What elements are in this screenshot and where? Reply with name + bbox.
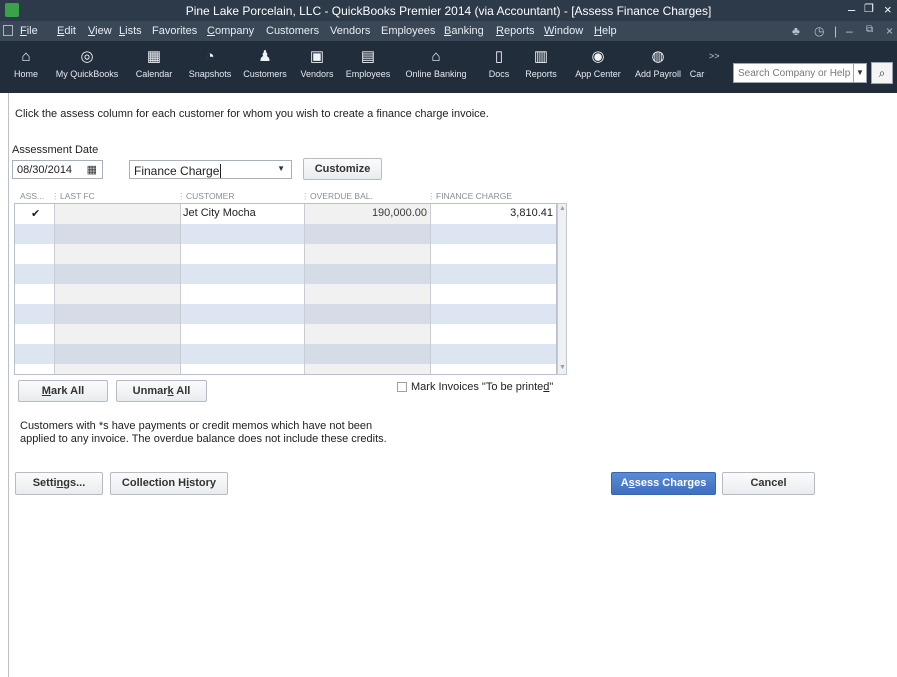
- unmark-all-button[interactable]: Unmark All: [116, 380, 207, 402]
- credits-note: Customers with *s have payments or credi…: [20, 420, 387, 445]
- menu-edit[interactable]: Edit: [57, 25, 76, 37]
- settings-button[interactable]: Settings...: [15, 472, 103, 495]
- menu-help[interactable]: Help: [594, 25, 617, 37]
- toolbar-reports[interactable]: ▥ Reports: [520, 45, 562, 91]
- menu-lists[interactable]: Lists: [119, 25, 142, 37]
- column-header-last-fc[interactable]: LAST FC: [60, 191, 95, 201]
- scroll-up-icon[interactable]: ▲: [559, 205, 566, 212]
- toolbar-docs[interactable]: ▯ Docs: [484, 45, 514, 91]
- column-divider: [430, 204, 431, 374]
- menu-favorites[interactable]: Favorites: [152, 25, 197, 37]
- toolbar-app-center[interactable]: ◉ App Center: [570, 45, 626, 91]
- calendar-picker-icon[interactable]: ▦: [87, 163, 97, 176]
- calendar-icon: ▦: [146, 48, 162, 65]
- menu-customers[interactable]: Customers: [266, 25, 319, 37]
- doc-close-icon[interactable]: ×: [886, 24, 893, 38]
- mark-to-be-printed-checkbox[interactable]: [397, 382, 407, 392]
- vendors-icon: ▣: [309, 48, 325, 65]
- scroll-down-icon[interactable]: ▼: [559, 364, 566, 371]
- customize-button[interactable]: Customize: [303, 158, 382, 180]
- cancel-button[interactable]: Cancel: [722, 472, 815, 495]
- collection-history-button[interactable]: Collection History: [110, 472, 228, 495]
- menu-view[interactable]: View: [88, 25, 112, 37]
- menu-banking[interactable]: Banking: [444, 25, 484, 37]
- column-header-overdue-bal[interactable]: OVERDUE BAL.: [310, 191, 373, 201]
- toolbar-vendors[interactable]: ▣ Vendors: [294, 45, 340, 91]
- add-payroll-icon: ◍: [651, 48, 665, 65]
- title-bar: Pine Lake Porcelain, LLC - QuickBooks Pr…: [0, 0, 897, 21]
- toolbar-calendar[interactable]: ▦ Calendar: [130, 45, 178, 91]
- column-divider: [304, 204, 305, 374]
- menu-employees[interactable]: Employees: [381, 25, 435, 37]
- search-dropdown-icon[interactable]: ▼: [853, 63, 867, 83]
- restore-window-icon[interactable]: ❐: [864, 2, 874, 15]
- search-company-input[interactable]: Search Company or Help: [733, 63, 865, 83]
- minimize-window-icon[interactable]: –: [848, 2, 855, 17]
- mark-all-button[interactable]: Mark All: [18, 380, 108, 402]
- close-window-icon[interactable]: ×: [884, 2, 892, 17]
- my-quickbooks-icon: ◎: [80, 48, 94, 65]
- employees-icon: ▤: [360, 48, 376, 65]
- toolbar-customers[interactable]: ♟ Customers: [238, 45, 292, 91]
- menu-company[interactable]: Company: [207, 25, 254, 37]
- column-header-assess[interactable]: ASS...: [20, 191, 44, 201]
- reports-icon: ▥: [533, 48, 549, 65]
- alerts-bell-icon[interactable]: ♣: [792, 24, 800, 38]
- customers-icon: ♟: [258, 48, 272, 65]
- document-control-icon[interactable]: [3, 25, 13, 36]
- toolbar-employees[interactable]: ▤ Employees: [340, 45, 396, 91]
- grid-header: ASS... ⋮ LAST FC ⋮ CUSTOMER ⋮ OVERDUE BA…: [20, 191, 513, 201]
- finance-charge-cell[interactable]: 3,810.41: [433, 207, 553, 219]
- finance-charge-grid: ✔ Jet City Mocha 190,000.00 3,810.41: [14, 203, 557, 375]
- app-center-icon: ◉: [591, 48, 605, 65]
- overdue-column-shade: [304, 204, 430, 374]
- window-title: Pine Lake Porcelain, LLC - QuickBooks Pr…: [185, 4, 712, 18]
- doc-restore-icon[interactable]: ⧉: [866, 24, 873, 35]
- doc-minimize-icon[interactable]: –: [846, 24, 853, 38]
- menu-vendors[interactable]: Vendors: [330, 25, 370, 37]
- home-icon: ⌂: [21, 48, 31, 65]
- bank-icon: ⌂: [431, 48, 441, 65]
- car-icon: [688, 45, 706, 69]
- toolbar-car[interactable]: Car: [688, 45, 706, 91]
- assessment-date-label: Assessment Date: [12, 144, 99, 156]
- toolbar-more-icon[interactable]: >>: [709, 51, 720, 61]
- grid-scrollbar[interactable]: ▲ ▼: [557, 203, 567, 375]
- chevron-down-icon[interactable]: ▼: [277, 164, 285, 173]
- last-fc-column-shade: [54, 204, 180, 374]
- column-header-customer[interactable]: CUSTOMER: [186, 191, 235, 201]
- template-select[interactable]: Finance Charge ▼: [129, 160, 292, 179]
- clock-icon[interactable]: ◷: [814, 24, 824, 38]
- menu-bar: File Edit View Lists Favorites Company C…: [0, 21, 897, 41]
- column-header-finance-charge[interactable]: FINANCE CHARGE: [436, 191, 512, 201]
- toolbar-snapshots[interactable]: ◔ Snapshots: [184, 45, 236, 91]
- mark-to-be-printed-label[interactable]: Mark Invoices "To be printed": [411, 381, 553, 393]
- window-left-edge: [8, 93, 9, 677]
- menu-file[interactable]: File: [20, 25, 38, 37]
- toolbar-home[interactable]: ⌂ Home: [10, 45, 42, 91]
- divider-icon: |: [834, 24, 838, 38]
- instruction-text: Click the assess column for each custome…: [15, 108, 489, 120]
- assess-checkmark[interactable]: ✔: [31, 207, 40, 220]
- search-icon[interactable]: ⌕: [871, 62, 893, 84]
- menu-window[interactable]: Window: [544, 25, 583, 37]
- toolbar-add-payroll[interactable]: ◍ Add Payroll: [630, 45, 686, 91]
- column-divider: [180, 204, 181, 374]
- assess-charges-button[interactable]: Assess Charges: [611, 472, 716, 495]
- column-divider: [54, 204, 55, 374]
- snapshots-icon: ◔: [205, 48, 215, 65]
- docs-icon: ▯: [494, 48, 504, 65]
- toolbar-online-banking[interactable]: ⌂ Online Banking: [402, 45, 470, 91]
- assessment-date-field[interactable]: 08/30/2014 ▦: [12, 160, 103, 179]
- toolbar-my-quickbooks[interactable]: ◎ My QuickBooks: [44, 45, 130, 91]
- menu-reports[interactable]: Reports: [496, 25, 535, 37]
- customer-cell: Jet City Mocha: [183, 207, 256, 219]
